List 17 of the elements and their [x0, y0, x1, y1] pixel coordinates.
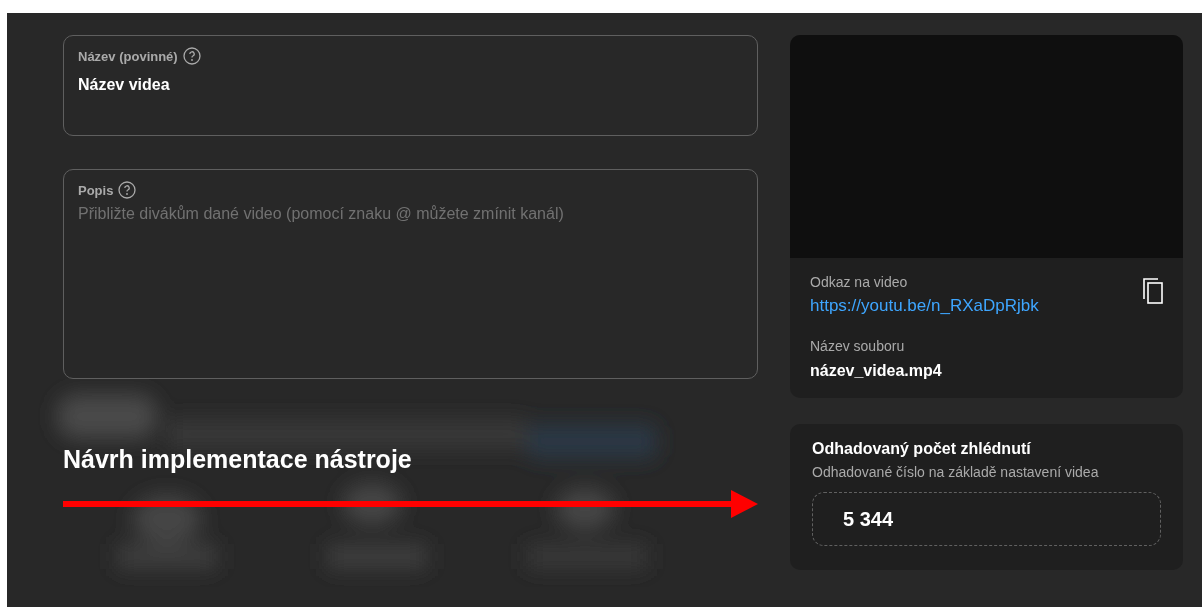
field-label: Název (povinné)	[78, 48, 178, 64]
views-count: 5 344	[812, 492, 1161, 546]
title-field[interactable]: Název (povinné) Název videa	[63, 35, 758, 136]
description-field[interactable]: Popis Přibližte divákům dané video (pomocí znaku @ můžete zmínit kanál)	[63, 169, 758, 379]
help-icon[interactable]	[118, 181, 137, 199]
description-input[interactable]: Přibližte divákům dané video (pomocí znaku @ můžete zmínit kanál)	[78, 205, 743, 355]
link-label: Odkaz na video	[810, 274, 909, 290]
file-label: Název souboru	[810, 338, 906, 354]
video-link[interactable]: https://youtu.be/n_RXaDpRjbk	[810, 296, 1039, 316]
field-label: Popis	[78, 182, 114, 198]
annotation-heading: Návrh implementace nástroje	[63, 445, 413, 474]
help-icon[interactable]	[182, 47, 201, 65]
file-name: název_videa.mp4	[810, 362, 943, 380]
title-value: Název videa	[78, 76, 171, 94]
views-title: Odhadovaný počet zhlédnutí	[812, 440, 1032, 458]
views-subtitle: Odhadované číslo na základě nastavení videa	[812, 464, 1100, 480]
copy-icon[interactable]	[1143, 278, 1163, 307]
